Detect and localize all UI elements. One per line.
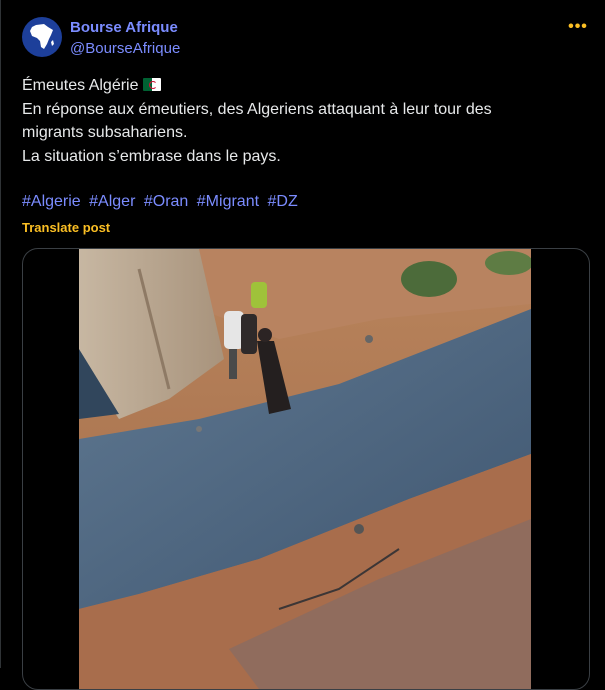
video-play-area[interactable] [23, 249, 589, 689]
algeria-flag-icon [142, 78, 161, 91]
post-line-1: Émeutes Algérie [22, 77, 139, 94]
hashtag-list: #Algerie #Alger #Oran #Migrant #DZ [22, 193, 302, 211]
hashtag-link[interactable]: #Alger [89, 193, 135, 210]
author-handle[interactable]: @BourseAfrique [70, 40, 180, 57]
author-display-name[interactable]: Bourse Afrique [70, 19, 178, 36]
hashtag-link[interactable]: #Algerie [22, 193, 81, 210]
hashtag-link[interactable]: #Migrant [197, 193, 259, 210]
post-line-2: En réponse aux émeutiers, des Algeriens … [22, 100, 492, 118]
avatar[interactable] [22, 17, 62, 57]
post-line-3: migrants subsahariens. [22, 124, 188, 142]
hashtag-link[interactable]: #Oran [144, 193, 188, 210]
video-player[interactable] [22, 248, 590, 690]
africa-map-icon [30, 24, 54, 49]
post-text: Émeutes Algérie En réponse aux émeutiers… [22, 74, 592, 168]
hashtag-link[interactable]: #DZ [267, 193, 297, 210]
more-options-icon[interactable]: ••• [566, 18, 590, 38]
translate-post-link[interactable]: Translate post [22, 220, 110, 235]
timeline-divider [0, 0, 1, 668]
post-line-4: La situation s’embrase dans le pays. [22, 147, 281, 165]
